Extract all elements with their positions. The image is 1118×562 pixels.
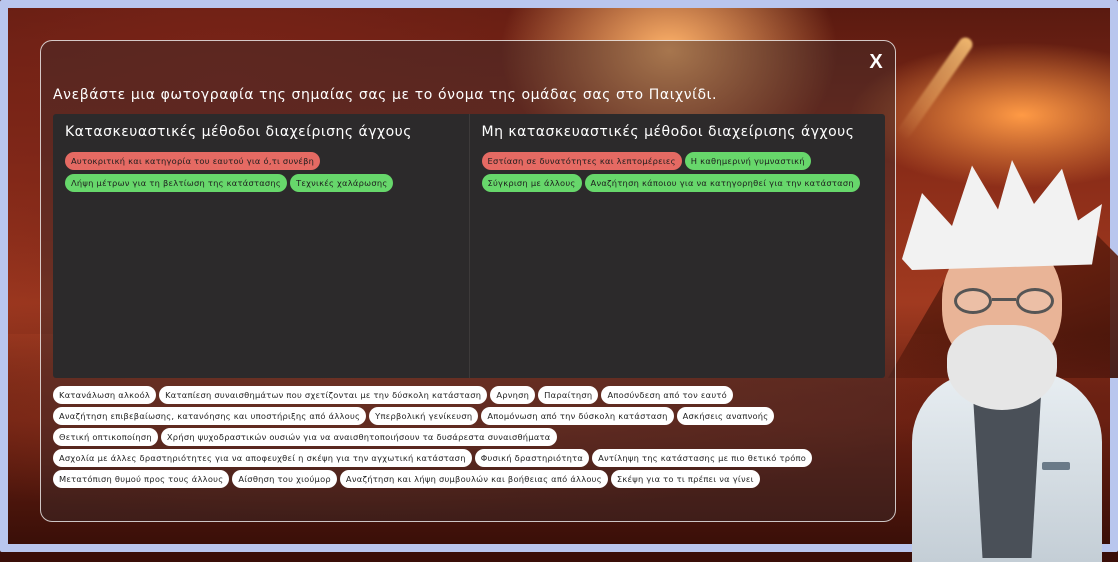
strategy-chip[interactable]: Αναζήτηση και λήψη συμβουλών και βοήθεια… (339, 470, 608, 488)
strategy-chip[interactable]: Μετατόπιση θυμού προς τους άλλους (53, 470, 230, 488)
word-bank: Κατανάλωση αλκοόλ Καταπίεση συναισθημάτων… (53, 386, 873, 488)
strategy-chip[interactable]: Παραίτηση (538, 386, 599, 404)
strategy-chip[interactable]: Εστίαση σε δυνατότητες και λεπτομέρειες (481, 152, 682, 170)
strategy-chip[interactable]: Αρνηση (490, 386, 536, 404)
strategy-chip[interactable]: Θετική οπτικοποίηση (53, 428, 158, 446)
sorting-modal: X Ανεβάστε μια φωτογραφία της σημαίας σα… (40, 40, 896, 522)
nonconstructive-chip-list: Εστίαση σε δυνατότητες και λεπτομέρειες Η… (481, 152, 874, 192)
professor-character (892, 160, 1112, 562)
strategy-chip[interactable]: Η καθημερινή γυμναστική (684, 152, 811, 170)
name-badge (1042, 462, 1070, 470)
strategy-chip[interactable]: Σκέψη για το τι πρέπει να γίνει (610, 470, 760, 488)
close-button[interactable]: X (865, 51, 887, 73)
strategy-chip[interactable]: Φυσική δραστηριότητα (474, 449, 590, 467)
nonconstructive-drop-zone[interactable]: Μη κατασκευαστικές μέθοδοι διαχείρισης ά… (468, 114, 886, 378)
strategy-chip[interactable]: Αναζήτηση επιβεβαίωσης, κατανόησης και υ… (53, 407, 367, 425)
strategy-chip[interactable]: Αυτοκριτική και κατηγορία του εαυτού για… (65, 152, 321, 170)
strategy-chip[interactable]: Καταπίεση συναισθημάτων που σχετίζονται … (159, 386, 488, 404)
beard (947, 325, 1057, 410)
strategy-chip[interactable]: Αναζήτηση κάποιου για να κατηγορηθεί για… (584, 174, 860, 192)
strategy-chip[interactable]: Απομόνωση από την δύσκολη κατάσταση (481, 407, 674, 425)
constructive-title: Κατασκευαστικές μέθοδοι διαχείρισης άγχο… (65, 124, 412, 140)
strategy-chip[interactable]: Ασκήσεις αναπνοής (676, 407, 775, 425)
constructive-drop-zone[interactable]: Κατασκευαστικές μέθοδοι διαχείρισης άγχο… (53, 114, 469, 378)
constructive-chip-list: Αυτοκριτική και κατηγορία του εαυτού για… (65, 152, 457, 192)
strategy-chip[interactable]: Χρήση ψυχοδραστικών ουσιών για να αναισθ… (160, 428, 557, 446)
strategy-chip[interactable]: Ασχολία με άλλες δραστηριότητες για να α… (53, 449, 472, 467)
strategy-chip[interactable]: Αίσθηση του χιούμορ (232, 470, 337, 488)
strategy-chip[interactable]: Λήψη μέτρων για τη βελτίωση της κατάστασ… (65, 174, 288, 192)
strategy-chip[interactable]: Αντίληψη της κατάστασης με πιο θετικό τρ… (592, 449, 813, 467)
drop-zones: Κατασκευαστικές μέθοδοι διαχείρισης άγχο… (53, 114, 885, 378)
strategy-chip[interactable]: Τεχνικές χαλάρωσης (290, 174, 394, 192)
strategy-chip[interactable]: Κατανάλωση αλκοόλ (53, 386, 157, 404)
glasses-icon (954, 288, 1054, 314)
strategy-chip[interactable]: Αποσύνδεση από τον εαυτό (601, 386, 733, 404)
nonconstructive-title: Μη κατασκευαστικές μέθοδοι διαχείρισης ά… (481, 124, 855, 140)
meteor-streak (894, 34, 976, 142)
strategy-chip[interactable]: Υπερβολική γενίκευση (369, 407, 479, 425)
strategy-chip[interactable]: Σύγκριση με άλλους (481, 174, 582, 192)
instruction-text: Ανεβάστε μια φωτογραφία της σημαίας σας … (53, 87, 718, 103)
hair (902, 160, 1102, 270)
